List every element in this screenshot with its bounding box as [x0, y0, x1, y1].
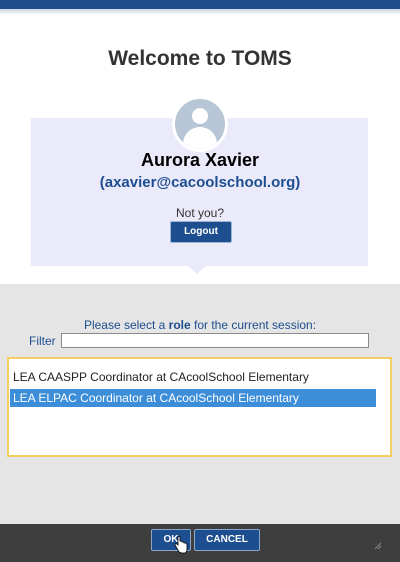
logout-button[interactable]: Logout — [170, 221, 232, 243]
avatar-body — [183, 127, 217, 149]
filter-label: Filter — [29, 334, 56, 348]
window-top-bar — [0, 0, 400, 9]
role-option-selected[interactable]: LEA ELPAC Coordinator at CAcoolSchool El… — [10, 389, 376, 407]
page-title: Welcome to TOMS — [108, 47, 292, 70]
user-email: (axavier@cacoolschool.org) — [99, 174, 301, 191]
resize-grip-icon[interactable] — [374, 540, 382, 550]
role-option[interactable]: LEA CAASPP Coordinator at CAcoolSchool E… — [10, 368, 376, 386]
cancel-button[interactable]: CANCEL — [194, 529, 260, 551]
role-prompt-prefix: Please select a — [83, 318, 169, 332]
filter-input[interactable] — [61, 333, 369, 348]
user-avatar-icon — [172, 96, 228, 152]
role-prompt-keyword: role — [168, 318, 191, 332]
role-prompt: Please select a role for the current ses… — [0, 318, 400, 332]
top-bar-shadow — [0, 9, 400, 15]
avatar-head — [192, 108, 208, 124]
role-prompt-suffix: for the current session: — [190, 318, 317, 332]
not-you-text: Not you? — [175, 206, 225, 220]
user-name: Aurora Xavier — [140, 150, 260, 170]
hand-cursor-icon — [174, 536, 188, 554]
card-pointer — [188, 266, 206, 274]
